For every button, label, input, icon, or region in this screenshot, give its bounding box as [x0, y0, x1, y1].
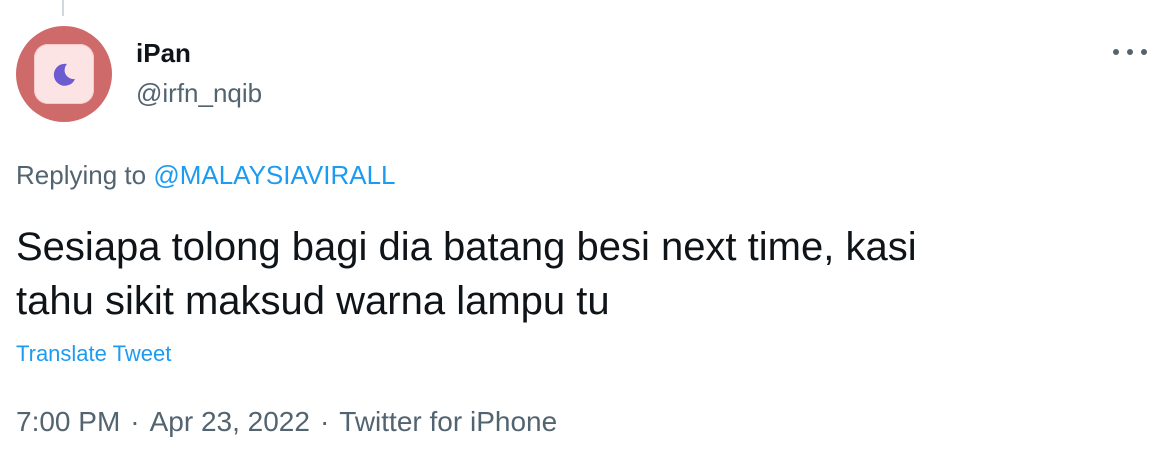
ellipsis-icon-dot: [1113, 49, 1119, 55]
replying-to-prefix: Replying to: [16, 160, 147, 190]
meta-separator: ·: [130, 406, 140, 437]
tweet-text: Sesiapa tolong bagi dia batang besi next…: [16, 220, 1136, 328]
author-display-name[interactable]: iPan: [136, 38, 191, 68]
avatar-tile: [34, 44, 94, 104]
ellipsis-icon-dot: [1141, 49, 1147, 55]
meta-separator: ·: [319, 406, 330, 437]
moon-icon: [53, 63, 75, 86]
replying-to-line: Replying to @MALAYSIAVIRALL: [16, 158, 396, 192]
thread-connector-line: [62, 0, 64, 16]
more-options-button[interactable]: [1113, 40, 1147, 64]
tweet-time-link[interactable]: 7:00 PM: [16, 406, 120, 437]
author-handle[interactable]: @irfn_nqib: [136, 78, 262, 108]
avatar[interactable]: [16, 26, 112, 122]
tweet-source-link[interactable]: Twitter for iPhone: [339, 406, 557, 437]
tweet-metadata: 7:00 PM · Apr 23, 2022 · Twitter for iPhone: [16, 404, 557, 440]
tweet-text-line: tahu sikit maksud warna lampu tu: [16, 279, 610, 323]
tweet-date-link[interactable]: Apr 23, 2022: [150, 406, 310, 437]
replying-to-mention-link[interactable]: @MALAYSIAVIRALL: [153, 160, 395, 190]
ellipsis-icon-dot: [1127, 49, 1133, 55]
translate-tweet-link[interactable]: Translate Tweet: [16, 340, 171, 368]
tweet-text-line: Sesiapa tolong bagi dia batang besi next…: [16, 225, 917, 269]
